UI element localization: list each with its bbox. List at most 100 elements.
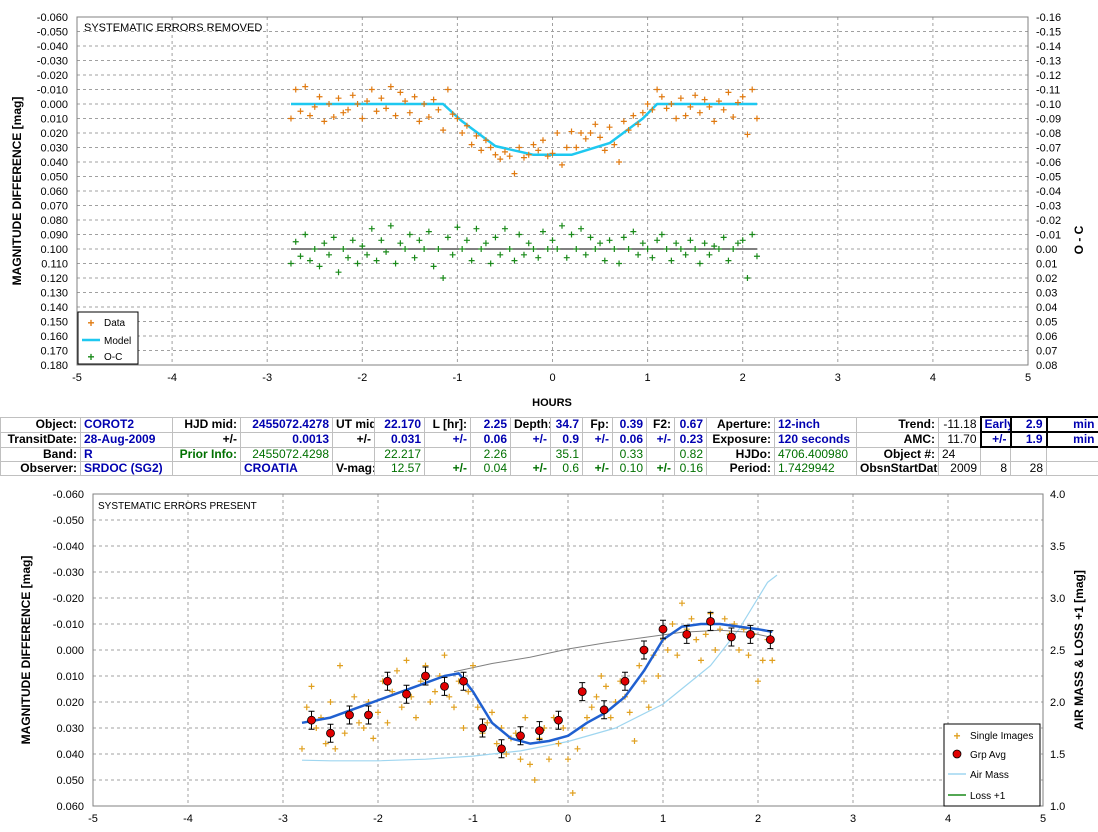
data-point <box>378 95 385 102</box>
single-image-point <box>717 626 723 633</box>
grp-avg-point <box>727 632 736 642</box>
legend: + Single Images Grp Avg Air Mass Loss +1 <box>943 723 1041 807</box>
chart-systematic-errors-removed: -0.060-0.050-0.040-0.030-0.020-0.0100.00… <box>10 12 1086 409</box>
y2-tick-label: 0.07 <box>1036 346 1057 358</box>
x-tick-label: -3 <box>278 813 288 825</box>
cell-empty <box>1010 446 1047 462</box>
data-point <box>535 147 542 154</box>
oc-point <box>511 257 518 264</box>
oc-point <box>606 237 613 244</box>
data-point <box>582 135 589 142</box>
cell-trend-value: -11.18 <box>938 416 981 433</box>
y2-tick-label: 0.06 <box>1036 331 1057 343</box>
oc-point <box>516 231 523 238</box>
x-tick-label: 1 <box>660 813 666 825</box>
cell-obsnstartdate-label: ObsnStartDate: <box>856 461 939 476</box>
cell-empty <box>172 461 241 476</box>
cell-ut-err: 0.031 <box>374 431 425 448</box>
y-tick-label: -0.030 <box>37 56 68 68</box>
oc-point <box>373 257 380 264</box>
data-point <box>616 159 623 165</box>
single-image-point <box>413 714 419 721</box>
oc-point <box>364 251 371 258</box>
x-tick-label: 3 <box>835 372 841 384</box>
y2-tick-label: -0.02 <box>1036 215 1061 227</box>
y-tick-labels: -0.060 -0.050 -0.040 -0.030 -0.020 -0.010 0.00… <box>37 12 68 372</box>
data-point <box>421 101 428 107</box>
data-point <box>316 93 323 100</box>
x-tick-label: 0 <box>549 372 555 384</box>
grp-avg-point <box>658 624 668 634</box>
cell-empty <box>1046 461 1098 476</box>
legend-label-single: Single Images <box>970 731 1033 742</box>
cell-pm-label: +/- <box>332 431 375 448</box>
y-axis-label: MAGNITUDE DIFFERENCE [mag] <box>19 556 33 745</box>
cell-fp-value: 0.39 <box>612 416 647 433</box>
data-point <box>578 130 585 136</box>
y-tick-label: 0.050 <box>56 775 84 787</box>
single-image-point <box>669 621 676 627</box>
cell-pm-label: +/- <box>582 461 613 476</box>
data-point <box>387 83 394 90</box>
data-point <box>345 106 352 113</box>
oc-point <box>578 225 585 232</box>
single-image-point <box>522 714 529 721</box>
data-point <box>677 95 684 102</box>
single-image-point <box>403 657 410 664</box>
oc-point <box>501 225 508 232</box>
oc-point <box>582 251 589 258</box>
cell-obs-year: 2009 <box>938 461 981 476</box>
y2-tick-label: 3.5 <box>1050 541 1065 553</box>
single-image-point <box>489 709 495 716</box>
single-image-point <box>303 704 310 711</box>
oc-point <box>468 257 475 264</box>
y2-tick-label: 4.0 <box>1050 489 1065 501</box>
oc-point <box>687 237 694 244</box>
oc-point <box>406 231 413 238</box>
oc-point <box>326 251 333 258</box>
data-point <box>430 96 437 103</box>
chart-systematic-errors-present: -0.060 -0.050 -0.040 -0.030 -0.020 -0.010 0.00… <box>19 489 1086 825</box>
cell-priorinfo-label: Prior Info: <box>172 446 241 462</box>
data-point <box>368 86 375 93</box>
oc-point <box>568 231 575 238</box>
y-tick-label: 0.040 <box>40 157 68 169</box>
oc-point <box>630 228 637 235</box>
cell-aperture-value: 12-inch <box>774 416 857 433</box>
single-image-point <box>446 693 453 700</box>
data-point <box>516 144 523 151</box>
y-axis-label: MAGNITUDE DIFFERENCE [mag] <box>10 97 24 286</box>
oc-point <box>459 246 466 252</box>
x-tick-label: -2 <box>357 372 367 384</box>
y2-tick-label: -0.11 <box>1036 85 1060 97</box>
data-point <box>392 112 399 119</box>
y2-tick-label: -0.01 <box>1036 230 1061 242</box>
single-image-point <box>664 647 671 653</box>
cell-prior-fp: 0.33 <box>612 446 647 462</box>
x-axis-label: HOURS <box>532 397 572 409</box>
single-image-point <box>517 756 524 763</box>
cell-prior-f2-err: 0.16 <box>674 461 707 476</box>
data-point <box>730 114 737 121</box>
single-image-point <box>322 740 329 747</box>
y-tick-label: 0.030 <box>56 723 84 735</box>
x-tick-label: -5 <box>88 813 98 825</box>
data-point <box>321 118 328 125</box>
y-tick-label: 0.140 <box>40 302 68 314</box>
grp-avg-point <box>307 715 316 725</box>
oc-point <box>616 260 623 267</box>
y-tick-label: 0.160 <box>40 331 68 343</box>
legend: + Data Model + O-C <box>77 311 139 365</box>
cell-pm-label: +/- <box>979 431 1012 448</box>
grp-avg-point <box>516 731 525 741</box>
cell-empty <box>582 446 613 462</box>
data-point <box>497 156 504 163</box>
single-image-point <box>394 667 400 674</box>
y-tick-label: 0.110 <box>41 259 68 271</box>
data-point <box>306 112 313 119</box>
single-image-point <box>432 688 438 695</box>
cell-pm-label: +/- <box>424 461 471 476</box>
cell-length-err: 0.06 <box>470 431 511 448</box>
cell-prior-hjd: 2455072.4298 <box>240 446 333 462</box>
oc-point <box>620 234 627 241</box>
